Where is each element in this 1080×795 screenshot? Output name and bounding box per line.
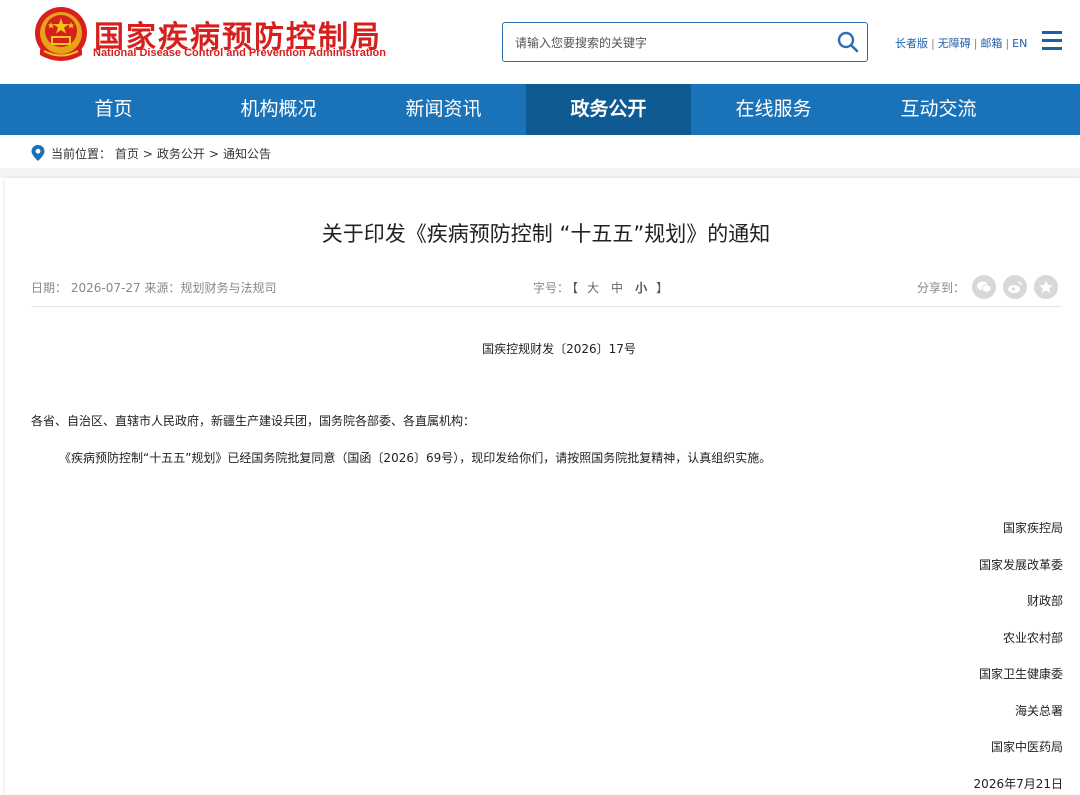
nav-item-interaction[interactable]: 互动交流 bbox=[856, 84, 1021, 135]
elder-version-link[interactable]: 长者版 bbox=[895, 37, 928, 50]
site-header: 国家疾病预防控制局 National Disease Control and P… bbox=[0, 0, 1080, 84]
background-band bbox=[0, 168, 1080, 178]
font-size-control: 字号：【大中小】 bbox=[533, 279, 671, 296]
bracket-close: 】 bbox=[656, 281, 669, 295]
search-icon[interactable] bbox=[836, 30, 860, 54]
addressee: 各省、自治区、直辖市人民政府，新疆生产建设兵团，国务院各部委、各直属机构： bbox=[31, 414, 476, 428]
sign-date: 2026年7月21日 bbox=[973, 776, 1063, 791]
search-box bbox=[502, 22, 868, 62]
font-size-large[interactable]: 大 bbox=[587, 281, 599, 295]
favorite-icon[interactable] bbox=[1034, 275, 1058, 299]
nav-item-about[interactable]: 机构概况 bbox=[196, 84, 361, 135]
article-container bbox=[5, 178, 1080, 795]
bracket-open: 【 bbox=[572, 281, 579, 295]
main-nav: 首页 机构概况 新闻资讯 政务公开 在线服务 互动交流 bbox=[0, 84, 1080, 135]
site-subtitle: National Disease Control and Prevention … bbox=[93, 47, 386, 59]
signer: 财政部 bbox=[1026, 594, 1063, 608]
document-number: 国疾控规财发〔2026〕17号 bbox=[482, 342, 636, 356]
font-size-medium[interactable]: 中 bbox=[611, 281, 623, 295]
nav-item-news[interactable]: 新闻资讯 bbox=[361, 84, 526, 135]
signer: 国家疾控局 bbox=[1002, 521, 1063, 535]
location-pin-icon bbox=[31, 145, 45, 161]
article-source: 规划财务与法规司 bbox=[180, 281, 277, 295]
breadcrumb-home[interactable]: 首页 bbox=[115, 147, 139, 161]
breadcrumb-prefix: 当前位置： bbox=[51, 147, 112, 161]
mailbox-link[interactable]: 邮箱 bbox=[980, 37, 1002, 50]
breadcrumb-notices[interactable]: 通知公告 bbox=[223, 147, 271, 161]
top-links: 长者版 | 无障碍 | 邮箱 | EN bbox=[895, 37, 1028, 50]
weibo-icon[interactable] bbox=[1003, 275, 1027, 299]
signers: 国家疾控局 国家发展改革委 财政部 农业农村部 国家卫生健康委 海关总署 国家中… bbox=[974, 518, 1063, 795]
article-meta: 日期： 2026-07-27 来源：规划财务与法规司 bbox=[31, 279, 276, 296]
hamburger-menu-icon[interactable] bbox=[1042, 31, 1064, 51]
signer: 海关总署 bbox=[1014, 703, 1063, 718]
article-title: 关于印发《疾病预防控制 “十五五”规划》的通知 bbox=[321, 222, 771, 246]
english-link[interactable]: EN bbox=[1012, 37, 1027, 50]
signer: 国家中医药局 bbox=[990, 740, 1063, 754]
nav-item-online-services[interactable]: 在线服务 bbox=[691, 84, 856, 135]
nav-item-home[interactable]: 首页 bbox=[31, 84, 196, 135]
signer: 国家卫生健康委 bbox=[978, 667, 1063, 681]
nav-item-gov-affairs[interactable]: 政务公开 bbox=[526, 84, 691, 135]
share-label: 分享到： bbox=[917, 281, 966, 295]
font-size-label: 字号： bbox=[533, 281, 570, 295]
meta-divider bbox=[31, 306, 1061, 307]
breadcrumb: 当前位置： 首页 > 政务公开 > 通知公告 bbox=[31, 145, 271, 167]
breadcrumb-gov-affairs[interactable]: 政务公开 bbox=[157, 147, 205, 161]
national-emblem-icon[interactable] bbox=[32, 5, 90, 65]
search-input[interactable] bbox=[515, 32, 815, 54]
breadcrumb-separator: > bbox=[142, 147, 153, 161]
signer: 国家发展改革委 bbox=[978, 557, 1063, 572]
date-label: 日期： bbox=[31, 281, 68, 295]
font-size-small[interactable]: 小 bbox=[635, 281, 647, 295]
breadcrumb-separator: > bbox=[208, 147, 219, 161]
accessibility-link[interactable]: 无障碍 bbox=[938, 37, 971, 50]
source-label: 来源： bbox=[144, 281, 181, 295]
signer: 农业农村部 bbox=[1002, 630, 1063, 645]
article-date: 2026-07-27 bbox=[70, 281, 141, 295]
body-paragraph: 《疾病预防控制“十五五”规划》已经国务院批复同意（国函〔2026〕69号），现印… bbox=[59, 451, 772, 465]
wechat-icon[interactable] bbox=[972, 275, 996, 299]
